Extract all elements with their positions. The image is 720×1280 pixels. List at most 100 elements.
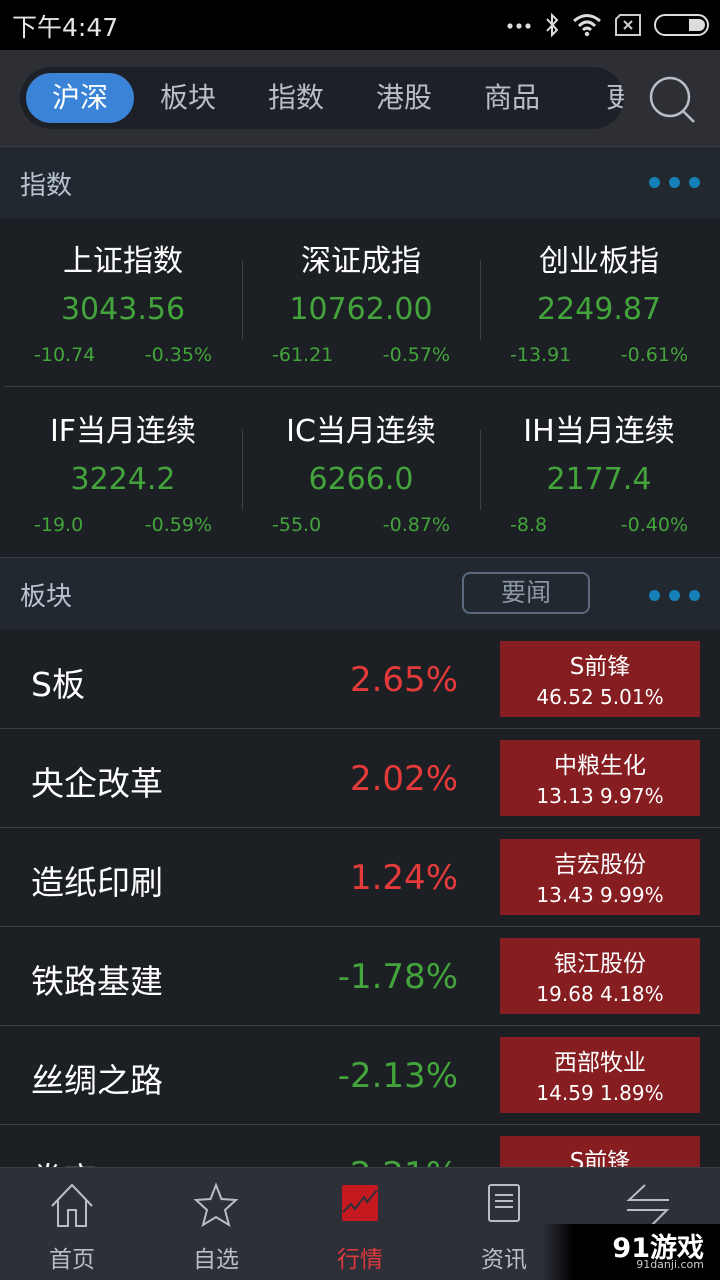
top-stock-name: 中粮生化 xyxy=(554,753,646,779)
nav-home[interactable]: 首页 xyxy=(0,1168,144,1280)
watermark-url: 91danji.com xyxy=(636,1258,704,1271)
index-percent: -0.59% xyxy=(144,514,212,536)
index-name: 深证成指 xyxy=(301,244,421,279)
status-bar: 下午4:47 xyxy=(0,0,720,50)
tab-hk-stocks[interactable]: 港股 xyxy=(350,73,458,123)
index-percent: -0.87% xyxy=(382,514,450,536)
index-value: 2249.87 xyxy=(536,292,662,327)
index-card[interactable]: 上证指数 3043.56 -10.74 -0.35% xyxy=(4,218,242,388)
sector-percent: 2.02% xyxy=(349,759,458,799)
sector-row[interactable]: S板 2.65% S前锋 46.52 5.01% xyxy=(0,630,720,729)
index-change: -13.91 xyxy=(510,344,572,366)
tab-sector[interactable]: 板块 xyxy=(134,73,242,123)
star-icon xyxy=(193,1182,239,1228)
sector-name: 券商 xyxy=(31,1153,97,1168)
bluetooth-icon xyxy=(546,12,559,38)
no-sim-icon xyxy=(615,14,641,36)
sector-percent: 1.24% xyxy=(349,858,458,898)
nav-label: 首页 xyxy=(49,1247,95,1273)
sector-row[interactable]: 造纸印刷 1.24% 吉宏股份 13.43 9.99% xyxy=(0,828,720,927)
sector-percent: 2.65% xyxy=(349,660,458,700)
index-name: 创业板指 xyxy=(539,244,659,279)
sector-percent: -2.13% xyxy=(337,1056,458,1096)
market-chart-icon xyxy=(342,1185,378,1221)
sector-row[interactable]: 券商 -2.21% S前锋 xyxy=(0,1125,720,1168)
index-value: 10762.00 xyxy=(289,292,433,327)
more-dots-icon[interactable] xyxy=(649,177,700,188)
top-stock-info: 13.13 9.97% xyxy=(536,784,664,808)
tab-commodities[interactable]: 商品 xyxy=(458,73,566,123)
nav-watchlist[interactable]: 自选 xyxy=(144,1168,288,1280)
index-change: -61.21 xyxy=(272,344,334,366)
top-stock-badge[interactable]: 吉宏股份 13.43 9.99% xyxy=(500,839,700,915)
sector-name: 丝绸之路 xyxy=(31,1061,163,1100)
sector-percent: -1.78% xyxy=(337,957,458,997)
top-bar: 沪深 板块 指数 港股 商品 更 xyxy=(0,50,720,146)
sector-list: S板 2.65% S前锋 46.52 5.01% 央企改革 2.02% 中粮生化… xyxy=(0,630,720,1168)
index-name: 上证指数 xyxy=(63,244,183,279)
market-tabs: 沪深 板块 指数 港股 商品 更 xyxy=(20,67,624,129)
index-percent: -0.40% xyxy=(620,514,688,536)
index-name: IF当月连续 xyxy=(49,414,197,449)
news-button[interactable]: 要闻 xyxy=(462,572,590,614)
index-percent: -0.61% xyxy=(620,344,688,366)
sector-name: S板 xyxy=(31,665,85,704)
top-stock-info: 19.68 4.18% xyxy=(536,982,664,1006)
home-icon xyxy=(51,1183,93,1227)
index-change: -8.8 xyxy=(510,514,548,536)
nav-market[interactable]: 行情 xyxy=(288,1168,432,1280)
index-percent: -0.35% xyxy=(144,344,212,366)
index-name: IC当月连续 xyxy=(286,414,436,449)
top-stock-name: S前锋 xyxy=(569,1149,631,1168)
index-change: -10.74 xyxy=(34,344,96,366)
index-card[interactable]: 创业板指 2249.87 -13.91 -0.61% xyxy=(480,218,718,388)
sector-row[interactable]: 丝绸之路 -2.13% 西部牧业 14.59 1.89% xyxy=(0,1026,720,1125)
top-stock-info: 46.52 5.01% xyxy=(536,685,664,709)
top-stock-badge[interactable]: 中粮生化 13.13 9.97% xyxy=(500,740,700,816)
sector-row[interactable]: 央企改革 2.02% 中粮生化 13.13 9.97% xyxy=(0,729,720,828)
index-card[interactable]: IF当月连续 3224.2 -19.0 -0.59% xyxy=(4,388,242,558)
sector-name: 铁路基建 xyxy=(31,962,163,1001)
search-icon[interactable] xyxy=(646,74,698,126)
status-time: 下午4:47 xyxy=(12,13,119,42)
divider xyxy=(4,386,720,387)
index-value: 3043.56 xyxy=(60,292,186,327)
index-card[interactable]: IH当月连续 2177.4 -8.8 -0.40% xyxy=(480,388,718,558)
nav-label: 行情 xyxy=(337,1247,383,1273)
watermark: 91游戏 91danji.com xyxy=(542,1224,720,1280)
index-value: 6266.0 xyxy=(308,462,414,497)
index-card[interactable]: 深证成指 10762.00 -61.21 -0.57% xyxy=(242,218,480,388)
sector-row[interactable]: 铁路基建 -1.78% 银江股份 19.68 4.18% xyxy=(0,927,720,1026)
top-stock-name: 银江股份 xyxy=(554,951,646,977)
nav-label: 自选 xyxy=(193,1247,239,1273)
top-stock-badge[interactable]: S前锋 xyxy=(500,1136,700,1168)
divider xyxy=(480,260,481,340)
sector-section-title: 板块 xyxy=(20,582,73,612)
sector-section-header: 板块 要闻 xyxy=(0,557,720,629)
divider xyxy=(480,430,481,510)
more-dots-icon[interactable] xyxy=(649,590,700,601)
index-change: -19.0 xyxy=(34,514,84,536)
index-value: 2177.4 xyxy=(546,462,652,497)
top-stock-badge[interactable]: 银江股份 19.68 4.18% xyxy=(500,938,700,1014)
top-stock-badge[interactable]: 西部牧业 14.59 1.89% xyxy=(500,1037,700,1113)
top-stock-name: 西部牧业 xyxy=(554,1050,646,1076)
index-value: 3224.2 xyxy=(70,462,176,497)
index-grid: 上证指数 3043.56 -10.74 -0.35% 深证成指 10762.00… xyxy=(0,218,720,558)
tab-more[interactable]: 更 xyxy=(566,73,624,123)
index-card[interactable]: IC当月连续 6266.0 -55.0 -0.87% xyxy=(242,388,480,558)
divider xyxy=(242,430,243,510)
index-section-header: 指数 xyxy=(0,146,720,218)
tab-index[interactable]: 指数 xyxy=(242,73,350,123)
top-stock-info: 14.59 1.89% xyxy=(536,1081,664,1105)
sector-name: 造纸印刷 xyxy=(31,863,163,902)
top-stock-badge[interactable]: S前锋 46.52 5.01% xyxy=(500,641,700,717)
index-section-title: 指数 xyxy=(20,171,73,201)
sector-name: 央企改革 xyxy=(31,764,163,803)
tab-hushen[interactable]: 沪深 xyxy=(26,73,134,123)
index-percent: -0.57% xyxy=(382,344,450,366)
index-change: -55.0 xyxy=(272,514,322,536)
news-doc-icon xyxy=(488,1184,520,1222)
trade-arrows-icon xyxy=(626,1184,670,1227)
more-dots-icon xyxy=(507,23,531,29)
